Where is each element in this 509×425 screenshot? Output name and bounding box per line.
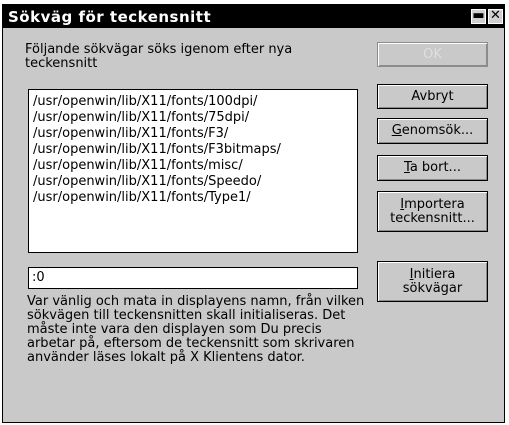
remove-label-rest: a bort...: [409, 160, 461, 175]
display-instruction-text: Var vänlig och mata in displayens namn, …: [27, 294, 365, 365]
list-item[interactable]: /usr/openwin/lib/X11/fonts/Type1/: [33, 190, 353, 206]
import-label-rest: mportera: [404, 196, 465, 212]
browse-mnemonic: G: [391, 123, 402, 138]
remove-button[interactable]: Ta bort...: [377, 155, 488, 181]
list-item[interactable]: /usr/openwin/lib/X11/fonts/F3bitmaps/: [33, 142, 353, 158]
minimize-icon: ▬: [472, 8, 485, 23]
browse-label: Genomsök...: [392, 124, 474, 138]
close-icon: ✕: [490, 8, 501, 23]
list-item[interactable]: /usr/openwin/lib/X11/fonts/F3/: [33, 126, 353, 142]
display-name-input[interactable]: :0: [28, 267, 358, 289]
list-item[interactable]: /usr/openwin/lib/X11/fonts/Speedo/: [33, 174, 353, 190]
search-paths-description: Följande sökvägar söks igenom efter nya …: [25, 42, 293, 71]
list-item[interactable]: /usr/openwin/lib/X11/fonts/misc/: [33, 158, 353, 174]
import-fonts-button[interactable]: Importera teckensnitt...: [377, 191, 488, 232]
import-label-line2: teckensnitt...: [390, 210, 475, 226]
browse-label-rest: enomsök...: [401, 123, 474, 138]
init-label-line2: sökvägar: [402, 280, 463, 296]
init-label-line1: Initiera: [410, 266, 456, 282]
remove-label: Ta bort...: [404, 161, 461, 175]
list-item[interactable]: /usr/openwin/lib/X11/fonts/75dpi/: [33, 110, 353, 126]
cancel-label: Avbryt: [411, 88, 454, 104]
import-label-line1: Importera: [400, 196, 465, 212]
cancel-button[interactable]: Avbryt: [377, 84, 488, 109]
ok-label: OK: [423, 46, 442, 62]
browse-button[interactable]: Genomsök...: [377, 118, 488, 144]
window-title: Sökväg för teckensnitt: [8, 8, 212, 26]
init-label-rest: nitiera: [413, 266, 456, 282]
list-item[interactable]: /usr/openwin/lib/X11/fonts/100dpi/: [33, 94, 353, 110]
title-bar[interactable]: Sökväg för teckensnitt ▬ ✕: [3, 5, 504, 28]
close-button[interactable]: ✕: [488, 8, 503, 24]
initialize-paths-button[interactable]: Initiera sökvägar: [377, 261, 488, 302]
minimize-button[interactable]: ▬: [471, 8, 486, 24]
font-path-dialog: Sökväg för teckensnitt ▬ ✕ Följande sökv…: [2, 4, 505, 423]
ok-button[interactable]: OK: [377, 42, 488, 67]
font-path-list[interactable]: /usr/openwin/lib/X11/fonts/100dpi/ /usr/…: [28, 89, 358, 253]
